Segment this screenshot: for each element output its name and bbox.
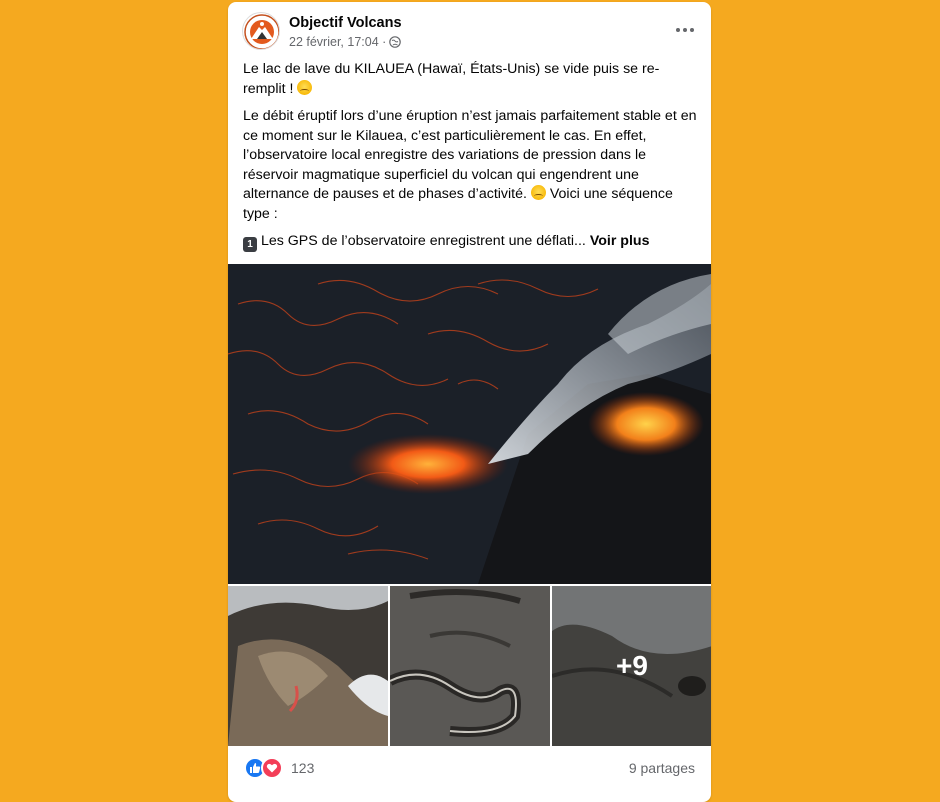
more-options-icon[interactable]: [673, 20, 697, 40]
post-text: Le lac de lave du KILAUEA (Hawaï, États-…: [243, 60, 698, 260]
globe-icon: [389, 36, 402, 48]
post-meta: 22 février, 17:04 ·: [289, 35, 402, 49]
shares-count[interactable]: 9 partages: [629, 760, 695, 776]
post-paragraph-3: 1 Les GPS de l’observatoire enregistrent…: [243, 232, 698, 252]
post-date[interactable]: 22 février, 17:04 ·: [289, 35, 386, 49]
main-photo[interactable]: [228, 264, 711, 584]
reaction-count[interactable]: 123: [291, 760, 314, 776]
love-icon: [261, 757, 283, 779]
post-paragraph-1: Le lac de lave du KILAUEA (Hawaï, États-…: [243, 61, 660, 97]
photo-thumbnail[interactable]: [387, 586, 550, 746]
reactions-summary[interactable]: 123: [244, 757, 314, 779]
keycap-one-icon: 1: [243, 237, 257, 252]
crying-emoji-icon: [530, 185, 546, 200]
photo-thumbnail[interactable]: +9: [551, 586, 711, 746]
crying-emoji-icon: [297, 79, 313, 95]
author-name[interactable]: Objectif Volcans: [289, 15, 402, 31]
page-avatar[interactable]: [242, 12, 280, 50]
post-card: Objectif Volcans 22 février, 17:04 · Le …: [228, 2, 711, 802]
post-paragraph-2: Le débit éruptif lors d’une éruption n’e…: [243, 108, 697, 222]
photo-thumbnail[interactable]: [228, 586, 388, 746]
see-more-link[interactable]: Voir plus: [590, 233, 650, 249]
post-header: Objectif Volcans 22 février, 17:04 ·: [228, 2, 711, 58]
more-photos-count[interactable]: +9: [552, 586, 711, 746]
